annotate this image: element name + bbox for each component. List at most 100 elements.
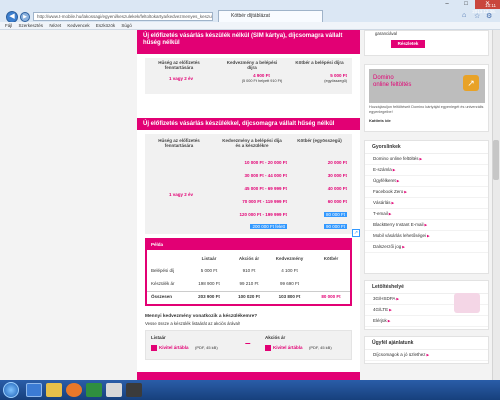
quicklink-item[interactable]: T-email: [365, 209, 488, 220]
quicklink-item[interactable]: Mobil vásárlás lehetőségei: [365, 231, 488, 242]
firefox-taskbar-icon[interactable]: [66, 383, 82, 397]
range-row: 70 000 Ft - 119 999 Ft: [242, 199, 287, 204]
start-button-icon[interactable]: [3, 382, 19, 398]
promo-box: Domino online feltöltés ↗ Hozzájáruljon …: [364, 64, 489, 132]
promo-arrow-icon: ↗: [463, 75, 479, 91]
pdf-icon: [265, 345, 271, 351]
example-row-label: Belépési díj: [151, 268, 175, 273]
example-cell: 5 000 Ft: [200, 268, 218, 273]
promo-line2: online feltöltés: [373, 82, 412, 88]
next-section-header: [137, 372, 360, 380]
details-button[interactable]: Részletek: [391, 40, 425, 48]
question-heading: Mennyi kedvezmény vonatkozik a készüléke…: [145, 314, 258, 319]
col-device-penalty-header: Kötbér (egyösszegű): [297, 138, 342, 143]
clients-link[interactable]: Díjcsomagok a jó üzlethez: [365, 350, 488, 361]
vertical-scrollbar[interactable]: [492, 30, 500, 380]
list-price-pdf-link[interactable]: Kivitel ártábla: [159, 345, 189, 350]
app-taskbar-icon[interactable]: [106, 383, 122, 397]
quicklinks-title: Gyorslinkek: [365, 141, 488, 154]
sim-penalty-value: 5 000 Ft: [330, 73, 347, 78]
browser-tab[interactable]: Kötbér díjtáblázat: [218, 10, 323, 22]
example-total-cell: 103 800 Ft: [278, 294, 301, 299]
col-penalty-header: Kötbér a belépési díjra: [295, 60, 344, 65]
quicklink-item[interactable]: E-számla: [365, 165, 488, 176]
penalty-row: 40 000 Ft: [327, 186, 347, 191]
section-sim-title: Új előfizetés vásárlás készülék nélkül (…: [137, 30, 360, 54]
quicklink-item[interactable]: Domino online feltöltés: [365, 154, 488, 165]
example-header: Kedvezmény: [275, 256, 304, 261]
quicklink-item[interactable]: BlackBerry Instant E-mail: [365, 220, 488, 231]
page-viewport: Új előfizetés vásárlás készülék nélkül (…: [0, 30, 492, 380]
example-total-label: Összesen: [151, 294, 173, 299]
example-cell: 4 100 Ft: [281, 268, 298, 273]
system-clock[interactable]: 10:11 2013.12.26.: [472, 3, 496, 15]
address-bar[interactable]: http://www.t-mobile.hu/lakossagi/egyeni/…: [33, 12, 213, 21]
sale-price-pdf-meta: (PDF, 45 kB): [309, 345, 332, 350]
list-price-label: Listaár: [151, 335, 166, 340]
home-icon[interactable]: ⌂: [462, 12, 466, 19]
sim-penalty-note: (egyösszegű): [324, 79, 347, 83]
quicklink-item[interactable]: Facebook Zero: [365, 187, 488, 198]
example-total-cell: 100 020 Ft: [238, 294, 260, 299]
app-taskbar-icon[interactable]: [126, 383, 142, 397]
list-price-pdf-meta: (PDF, 45 kB): [195, 345, 218, 350]
menu-file[interactable]: Fájl: [5, 23, 12, 28]
main-content: Új előfizetés vásárlás készülék nélkül (…: [137, 30, 360, 380]
col-loyalty-header: Hűség az előfizetés fenntartására: [158, 60, 200, 70]
clients-box: Ügyfél ajánlatunk Díjcsomagok a jó üzlet…: [364, 336, 489, 364]
menu-view[interactable]: Nézet: [49, 23, 61, 28]
penalty-row-selected: 90 000 Ft: [323, 224, 347, 229]
example-cell: 198 900 Ft: [198, 281, 220, 286]
promo-link[interactable]: Kattints ide: [369, 118, 484, 123]
range-row: 10 000 Ft - 20 000 Ft: [244, 160, 287, 165]
sale-price-label: Akciós ár: [265, 335, 286, 340]
example-header: Listaár: [201, 256, 217, 261]
example-total-cell: 203 900 Ft: [198, 294, 220, 299]
example-divider: [147, 291, 350, 292]
sim-discount-value: 4 900 Ft: [253, 73, 270, 78]
downloads-box: Letöltéshelyé 3G/HSDPA 4G/LTE Elérjük: [364, 280, 489, 330]
section-device-table: [145, 134, 352, 234]
example-header: Akciós ár: [238, 256, 260, 261]
range-row: 30 000 Ft - 44 000 Ft: [244, 173, 287, 178]
sale-price-pdf-link[interactable]: Kivitel ártábla: [273, 345, 303, 350]
example-title: Példa: [147, 240, 350, 250]
penalty-row: 60 000 Ft: [327, 199, 347, 204]
ie-taskbar-icon[interactable]: [26, 383, 42, 397]
promo-banner[interactable]: Domino online feltöltés ↗: [369, 69, 485, 103]
quicklink-item[interactable]: Ügyfélkeret: [365, 176, 488, 187]
device-loyalty-period: 1 vagy 2 év: [168, 192, 194, 197]
menu-bar: Fájl Szerkesztés Nézet Kedvencek Eszközö…: [0, 22, 500, 30]
download-item[interactable]: Elérjük: [365, 316, 488, 327]
minimize-button[interactable]: –: [437, 0, 457, 9]
promo-text: Hozzájáruljon feltöltéseit Domino kártyá…: [369, 105, 484, 114]
app-taskbar-icon[interactable]: [86, 383, 102, 397]
range-row-selected: 200 000 Ft felett: [250, 224, 287, 229]
range-row: 120 000 Ft - 199 999 Ft: [239, 212, 287, 217]
sidebar-top-text: garanciával: [375, 31, 397, 36]
example-cell: 99 690 Ft: [279, 281, 299, 286]
scrollbar-thumb[interactable]: [493, 140, 499, 180]
menu-favorites[interactable]: Kedvencek: [67, 23, 89, 28]
quicklink-item[interactable]: Dalszerzői jog: [365, 242, 488, 253]
accelerator-icon[interactable]: ↗: [352, 229, 360, 237]
clients-title: Ügyfél ajánlatunk: [365, 337, 488, 350]
pdf-icon: [151, 345, 157, 351]
example-cell: 910 Ft: [242, 268, 256, 273]
forward-button[interactable]: ▶: [20, 12, 30, 22]
explorer-taskbar-icon[interactable]: [46, 383, 62, 397]
penalty-row-selected: 80 000 Ft: [323, 212, 347, 217]
menu-tools[interactable]: Eszközök: [96, 23, 115, 28]
sidebar-top-box: garanciával Részletek: [364, 30, 489, 56]
section-device-title: Új előfizetés vásárlás készülékkel, díjc…: [137, 118, 360, 130]
col-device-discount-header: Kedvezmény a belépési díja és a készülék…: [222, 138, 282, 148]
penalty-row: 30 000 Ft: [327, 173, 347, 178]
col-discount-header: Kedvezmény a belépési díjra: [226, 60, 278, 70]
quicklink-item[interactable]: Vásárlás: [365, 198, 488, 209]
loyalty-period: 1 vagy 2 év: [168, 76, 194, 81]
menu-edit[interactable]: Szerkesztés: [19, 23, 44, 28]
example-total-penalty: 80 000 Ft: [321, 294, 341, 299]
menu-help[interactable]: Súgó: [121, 23, 132, 28]
price-separator: –: [245, 338, 251, 349]
sidebar: garanciával Részletek Domino online felt…: [364, 30, 489, 380]
